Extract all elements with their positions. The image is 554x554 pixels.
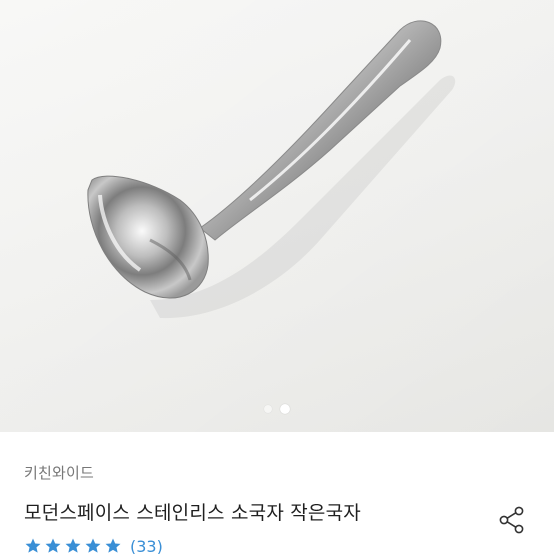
gallery-dot-1[interactable] bbox=[264, 405, 272, 413]
share-button[interactable] bbox=[494, 502, 530, 538]
seller-name[interactable]: 키친와이드 bbox=[24, 462, 94, 483]
product-title: 모던스페이스 스테인리스 소국자 작은국자 bbox=[24, 502, 361, 524]
star-icon bbox=[25, 538, 41, 553]
product-image[interactable] bbox=[0, 0, 554, 432]
gallery-dot-2[interactable] bbox=[280, 404, 290, 414]
star-icon bbox=[45, 538, 61, 553]
star-icon bbox=[105, 538, 121, 553]
star-icon bbox=[85, 538, 101, 553]
rating-stars bbox=[24, 537, 122, 554]
rating[interactable]: (33) bbox=[24, 534, 163, 554]
share-icon bbox=[499, 506, 524, 534]
star-icon bbox=[65, 538, 81, 553]
product-info: 키친와이드 모던스페이스 스테인리스 소국자 작은국자 (33) bbox=[0, 432, 554, 554]
review-count[interactable]: (33) bbox=[130, 537, 163, 554]
ladle-photo bbox=[0, 0, 554, 432]
gallery-pagination[interactable] bbox=[0, 402, 554, 416]
